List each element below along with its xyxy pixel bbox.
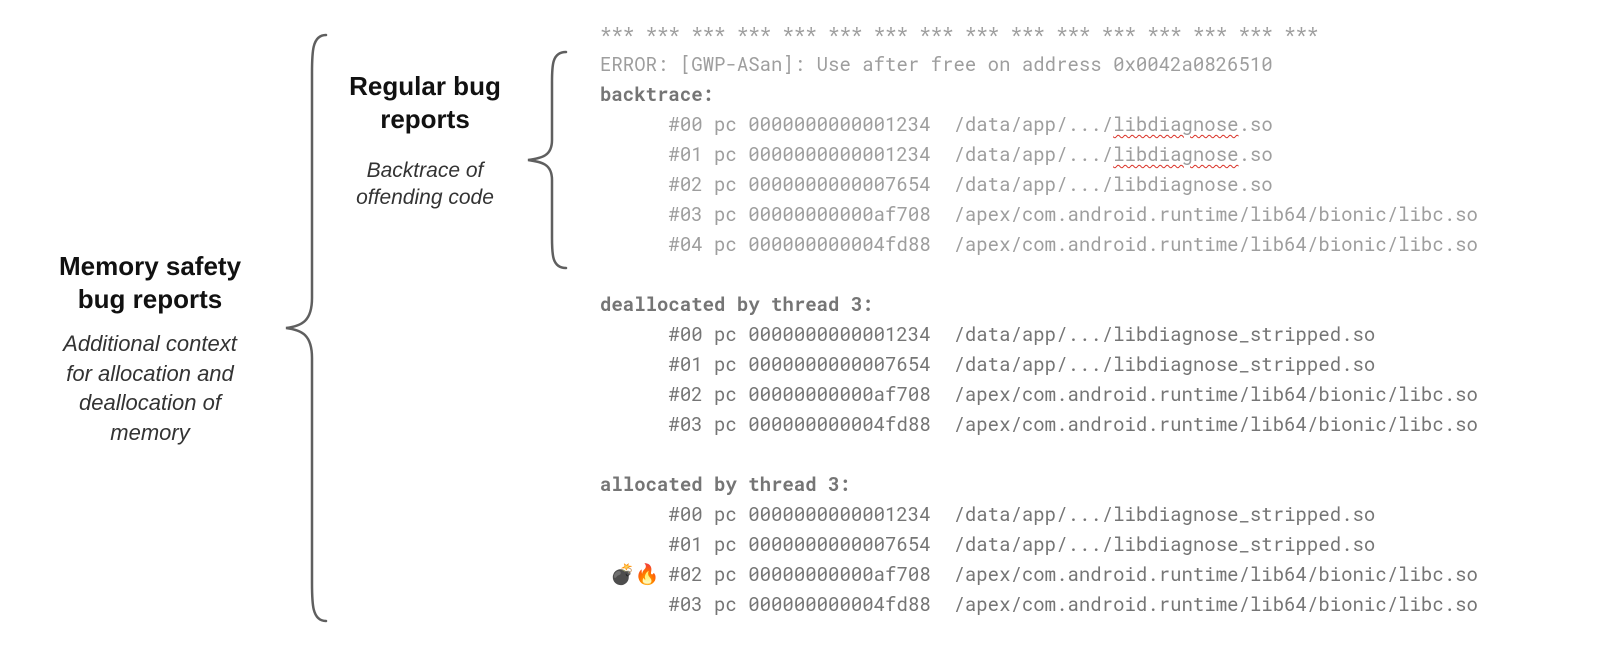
dealloc-frame-2: #02 pc 00000000000af708 /apex/com.androi… [600, 382, 1478, 407]
alloc-frame-0: #00 pc 0000000000001234 /data/app/.../li… [600, 502, 1375, 527]
bt-frame-2: #02 pc 0000000000007654 /data/app/.../li… [600, 172, 1273, 197]
bt-frame-3: #03 pc 00000000000af708 /apex/com.androi… [600, 202, 1478, 227]
brace-inner-icon [524, 50, 568, 270]
dealloc-frame-0: #00 pc 0000000000001234 /data/app/.../li… [600, 322, 1375, 347]
regular-bug-annotation: Regular bug reports Backtrace of offendi… [330, 70, 520, 212]
inner-desc-line2: offending code [356, 186, 494, 209]
outer-desc-line2: for allocation and [66, 361, 234, 386]
bt-frame-0: #00 pc 0000000000001234 /data/app/.../li… [600, 112, 1273, 137]
dealloc-header: deallocated by thread 3: [600, 292, 874, 317]
diagram-stage: Memory safety bug reports Additional con… [0, 0, 1600, 651]
outer-title-line1: Memory safety [59, 251, 241, 281]
error-line: ERROR: [GWP-ASan]: Use after free on add… [600, 52, 1273, 77]
stars-line: *** *** *** *** *** *** *** *** *** *** … [600, 22, 1318, 47]
inner-desc-line1: Backtrace of [367, 159, 484, 182]
outer-desc-line3: deallocation of [79, 390, 221, 415]
bt-frame-4: #04 pc 000000000004fd88 /apex/com.androi… [600, 232, 1478, 257]
alloc-frame-3: #03 pc 000000000004fd88 /apex/com.androi… [600, 592, 1478, 617]
alloc-header: allocated by thread 3: [600, 472, 851, 497]
outer-title-line2: bug reports [78, 284, 222, 314]
bt-frame-1: #01 pc 0000000000001234 /data/app/.../li… [600, 142, 1273, 167]
backtrace-header: backtrace: [600, 82, 714, 107]
alloc-frame-1: #01 pc 0000000000007654 /data/app/.../li… [600, 532, 1375, 557]
inner-title-line1: Regular bug [349, 71, 501, 101]
alloc-frame-2: #02 pc 00000000000af708 /apex/com.androi… [600, 562, 1478, 587]
crash-report-code: *** *** *** *** *** *** *** *** *** *** … [600, 20, 1600, 620]
inner-title-line2: reports [380, 104, 470, 134]
outer-desc-line1: Additional context [63, 331, 237, 356]
dealloc-frame-3: #03 pc 000000000004fd88 /apex/com.androi… [600, 412, 1478, 437]
memory-safety-annotation: Memory safety bug reports Additional con… [20, 250, 280, 448]
outer-desc-line4: memory [110, 420, 189, 445]
dealloc-frame-1: #01 pc 0000000000007654 /data/app/.../li… [600, 352, 1375, 377]
brace-outer-icon [282, 33, 328, 623]
